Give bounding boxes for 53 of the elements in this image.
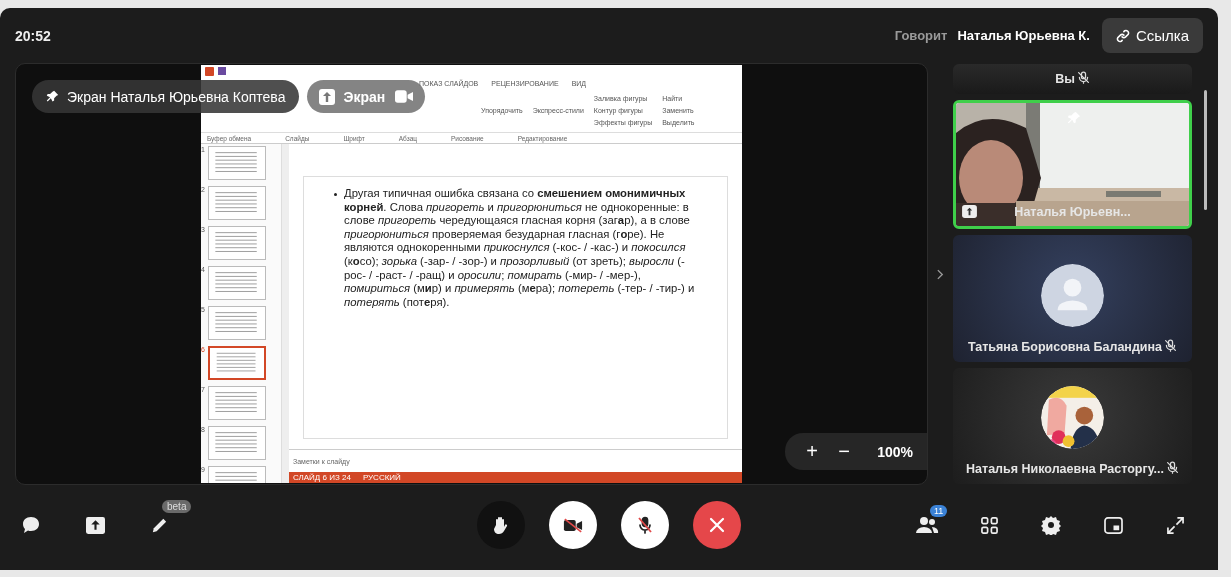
participants-count: 11 <box>930 505 948 517</box>
zoom-out-button[interactable]: − <box>831 440 858 463</box>
camera-off-icon <box>563 517 583 533</box>
chat-icon <box>21 515 41 535</box>
participant-tile[interactable]: Наталья Николаевна Расторгу... <box>953 368 1192 484</box>
muted-mic-icon <box>1164 339 1177 352</box>
slide-thumbnail[interactable] <box>207 146 266 180</box>
slide-thumbnail[interactable] <box>207 426 266 460</box>
muted-mic-icon <box>1165 461 1179 474</box>
slide-thumbnail[interactable] <box>207 266 266 300</box>
expand-icon <box>1166 516 1184 534</box>
muted-mic-icon <box>637 516 653 534</box>
call-time: 20:52 <box>15 27 52 44</box>
speaker-name: Наталья Юрьевна К. <box>957 28 1090 43</box>
chevron-right-icon[interactable] <box>937 268 944 280</box>
slide-thumbnail[interactable] <box>207 226 266 260</box>
camera-off-button[interactable] <box>549 501 597 549</box>
participant-name: Татьяна Борисовна Баландина <box>967 340 1162 354</box>
app-logo-icon <box>205 66 214 76</box>
settings-icon <box>1041 515 1061 535</box>
pin-icon <box>46 90 59 103</box>
participant-name: Вы <box>1055 72 1075 86</box>
grid-icon <box>980 516 998 534</box>
people-icon <box>915 516 939 534</box>
share-screen-icon <box>85 516 105 534</box>
muted-mic-icon <box>1076 71 1090 84</box>
mic-off-button[interactable] <box>621 501 669 549</box>
status-text: РУССКИЙ <box>362 473 401 482</box>
end-call-button[interactable] <box>693 501 741 549</box>
beta-badge: beta <box>162 500 192 513</box>
raise-hand-button[interactable] <box>477 501 525 549</box>
zoom-in-button[interactable]: + <box>799 440 826 463</box>
status-text: СЛАЙД 6 ИЗ 24 <box>293 473 351 482</box>
slide-thumbnail[interactable] <box>207 346 266 380</box>
slide-text: Другая типичная ошибка связана со смешением омонимичных корней. Слова пригореть и пригорюниться не однокоренные: в слове пригореть чередующаяся гласная корня (загар), а в слове пригорюниться проверяемая безударная гласная (горе). Не являются однокоренными прикоснулся (-кос- / -кас-) и покосился (косо); зорька (-зар- / -зор-) и прозорливый (от зреть); выросли (-рос- / -раст- / -ращ) и оросили; помирать (-мир- / -мер-), помириться (мир) и примерять (мера); потереть (-тер- / -тир-) и потерять (потеря). <box>344 187 696 310</box>
close-icon <box>709 517 725 533</box>
speaking-label: Говорит <box>894 28 948 43</box>
participants-button[interactable]: 11 <box>906 504 948 546</box>
participant-tile[interactable]: Татьяна Борисовна Баландина <box>953 235 1192 362</box>
window-icon <box>1103 516 1123 534</box>
zoom-level: 100% <box>877 443 913 460</box>
slide-thumbnail[interactable] <box>207 306 266 340</box>
avatar-icon <box>1041 264 1104 327</box>
slide-thumbnail[interactable] <box>207 386 266 420</box>
scrollbar[interactable] <box>281 144 289 483</box>
link-icon <box>1115 28 1130 43</box>
screen-button[interactable]: Экран <box>319 88 386 105</box>
share-screen-icon <box>319 88 336 105</box>
camera-icon[interactable] <box>395 90 414 103</box>
screen-owner-label: Экран Наталья Юрьевна Коптева <box>67 88 286 105</box>
link-button[interactable]: Ссылка <box>1101 18 1203 53</box>
participant-name: Наталья Николаевна Расторгу... <box>966 462 1164 476</box>
slide-thumbnail[interactable] <box>207 186 266 220</box>
